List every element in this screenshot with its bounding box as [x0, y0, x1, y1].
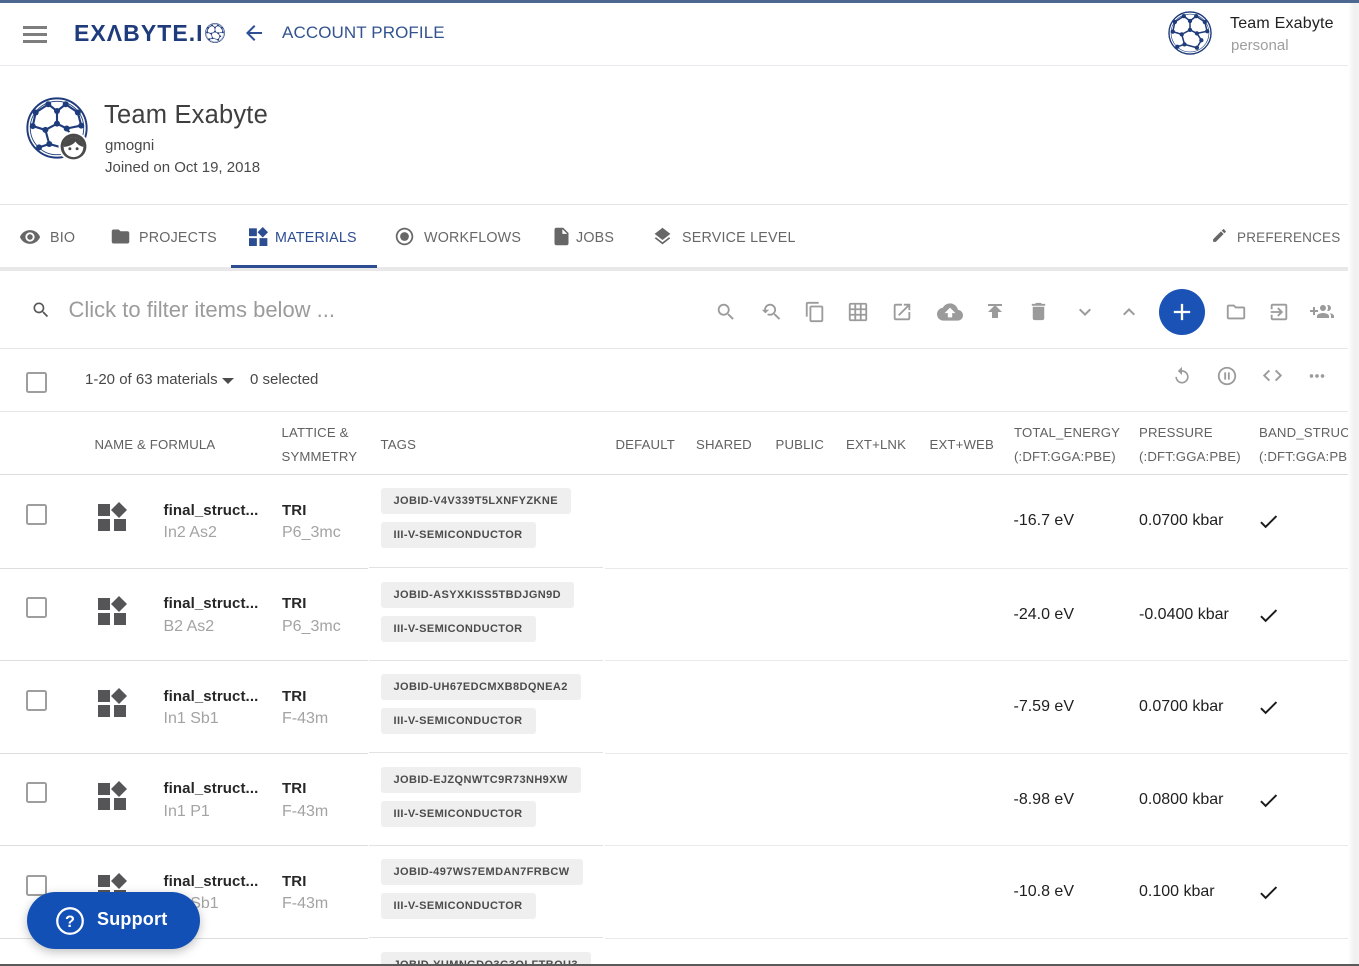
svg-text:?: ? — [65, 912, 75, 930]
